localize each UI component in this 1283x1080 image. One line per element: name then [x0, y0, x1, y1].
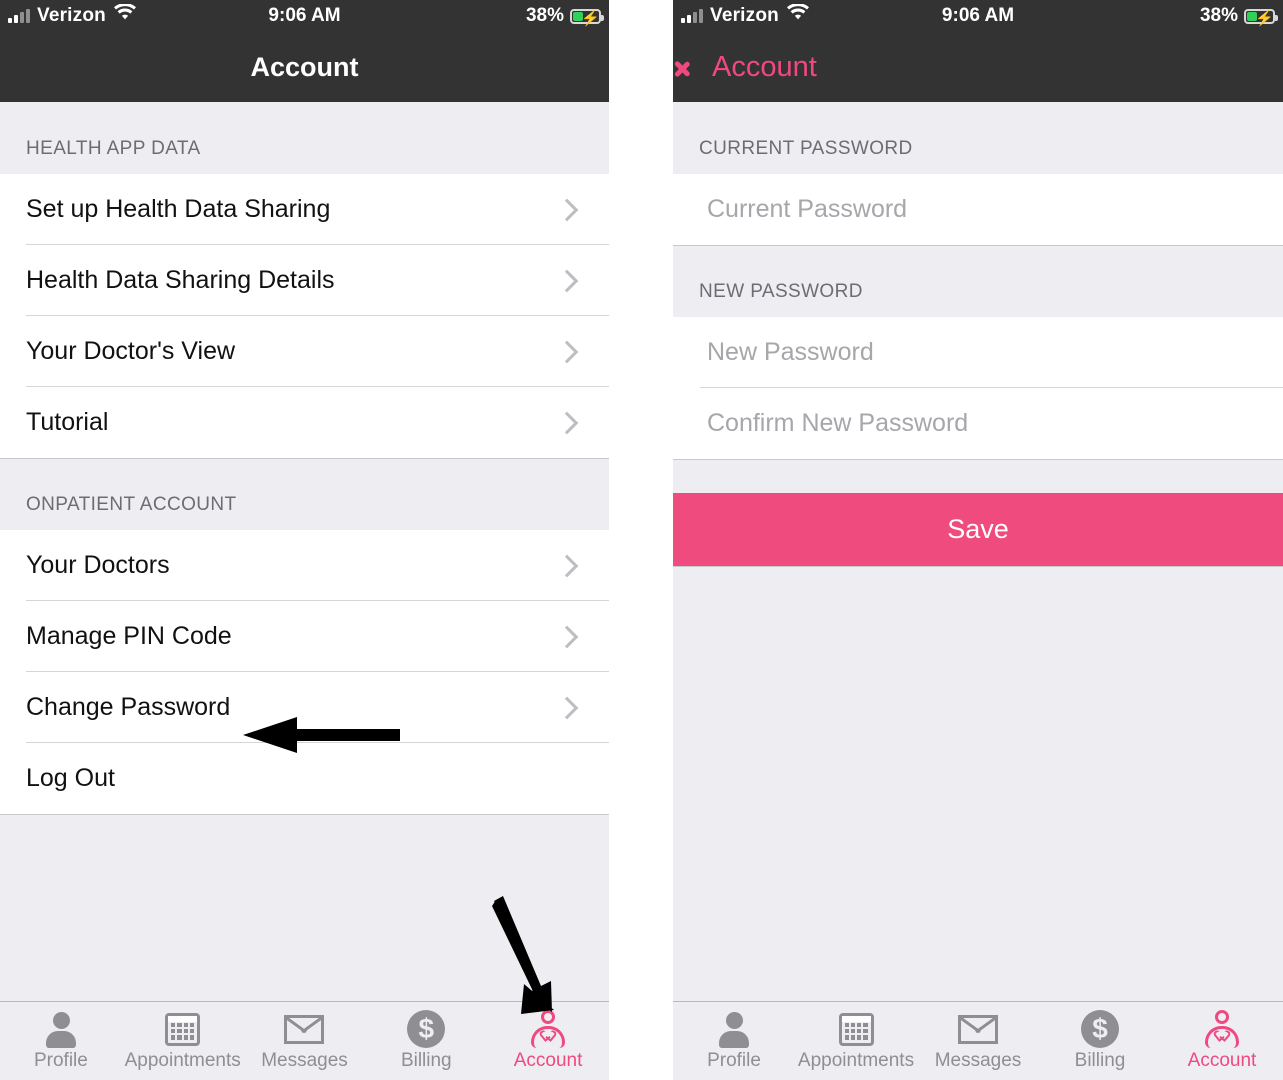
bottom-filler — [673, 567, 1283, 1015]
chevron-right-icon — [555, 625, 579, 648]
dollar-circle-icon: $ — [407, 1009, 446, 1049]
section-header-health-app-data: HEALTH APP DATA — [0, 102, 609, 174]
row-your-doctors[interactable]: Your Doctors — [0, 530, 609, 601]
tab-bar-right: Profile Appointments Messages $ Billing … — [673, 1001, 1283, 1080]
row-label: Manage PIN Code — [26, 622, 232, 650]
new-password-field[interactable]: New Password — [673, 317, 1283, 388]
tab-label: Messages — [261, 1050, 348, 1071]
tab-messages[interactable]: Messages — [917, 1002, 1039, 1072]
section-header-onpatient-account: ONPATIENT ACCOUNT — [0, 459, 609, 530]
chevron-right-icon — [555, 411, 579, 434]
tab-messages[interactable]: Messages — [244, 1002, 366, 1072]
row-label: Tutorial — [26, 408, 109, 436]
status-bar-right-group: 38% ⚡ — [525, 5, 604, 27]
clock-label: 9:06 AM — [268, 5, 341, 26]
row-set-up-health-data-sharing[interactable]: Set up Health Data Sharing — [0, 174, 609, 245]
chevron-right-icon — [555, 696, 579, 719]
left-screen-content: HEALTH APP DATA Set up Health Data Shari… — [0, 102, 609, 1011]
calendar-icon — [165, 1009, 201, 1049]
tab-bar-left: Profile Appointments Messages $ Billing … — [0, 1001, 609, 1080]
page-title: Account — [250, 51, 359, 82]
row-label: Log Out — [26, 764, 115, 792]
calendar-icon — [838, 1009, 874, 1049]
status-bar-left: Verizon 9:06 AM 38% ⚡ — [0, 0, 609, 32]
chevron-right-icon — [555, 269, 579, 292]
tab-profile[interactable]: Profile — [673, 1002, 795, 1072]
tab-profile[interactable]: Profile — [0, 1002, 122, 1072]
right-phone-screen: Verizon 9:06 AM 38% ⚡ Account CURRENT PA… — [673, 0, 1283, 1080]
battery-percent-label: 38% — [1199, 5, 1238, 26]
dollar-circle-icon: $ — [1081, 1009, 1119, 1049]
left-phone-screen: Verizon 9:06 AM 38% ⚡ Account HEALTH APP… — [0, 0, 609, 1080]
nav-bar-right: Account — [673, 32, 1283, 102]
envelope-icon — [284, 1009, 325, 1049]
row-log-out[interactable]: Log Out — [0, 743, 609, 814]
new-password-placeholder: New Password — [707, 338, 874, 366]
tab-label: Profile — [707, 1050, 761, 1071]
chevron-left-icon — [685, 52, 702, 82]
row-label: Your Doctors — [26, 551, 170, 579]
tab-label: Appointments — [797, 1050, 915, 1071]
person-icon — [44, 1009, 78, 1049]
tab-appointments[interactable]: Appointments — [795, 1002, 917, 1072]
tab-label: Account — [1187, 1050, 1257, 1071]
nav-bar-left: Account — [0, 32, 609, 102]
tab-label: Account — [513, 1050, 583, 1071]
tab-billing[interactable]: $ Billing — [365, 1002, 487, 1072]
row-label: Health Data Sharing Details — [26, 266, 335, 294]
chevron-right-icon — [555, 198, 579, 221]
person-heart-icon — [530, 1009, 566, 1049]
right-screen-content: CURRENT PASSWORD Current Password NEW PA… — [673, 102, 1283, 1015]
chevron-right-icon — [555, 554, 579, 577]
tab-account[interactable]: Account — [487, 1002, 609, 1072]
battery-charging-icon: ⚡ — [1244, 8, 1278, 27]
row-manage-pin-code[interactable]: Manage PIN Code — [0, 601, 609, 672]
person-icon — [717, 1009, 751, 1049]
confirm-new-password-placeholder: Confirm New Password — [707, 409, 969, 437]
section-header-new-password: NEW PASSWORD — [673, 246, 1283, 317]
status-bar-right-group: 38% ⚡ — [1199, 5, 1278, 27]
tab-account[interactable]: Account — [1161, 1002, 1283, 1072]
tab-label: Billing — [1074, 1050, 1126, 1071]
tab-label: Messages — [934, 1050, 1022, 1071]
tab-label: Appointments — [124, 1050, 241, 1071]
chevron-right-icon — [555, 340, 579, 363]
row-health-data-sharing-details[interactable]: Health Data Sharing Details — [0, 245, 609, 316]
status-bar-right: Verizon 9:06 AM 38% ⚡ — [673, 0, 1283, 32]
section-header-current-password: CURRENT PASSWORD — [673, 102, 1283, 174]
tab-label: Billing — [400, 1050, 452, 1071]
row-your-doctors-view[interactable]: Your Doctor's View — [0, 316, 609, 387]
envelope-icon — [958, 1009, 998, 1049]
bottom-filler — [0, 815, 609, 974]
tab-label: Profile — [33, 1050, 88, 1071]
row-label: Your Doctor's View — [26, 337, 236, 365]
save-button[interactable]: Save — [673, 493, 1283, 566]
back-button[interactable]: Account — [673, 51, 817, 84]
person-heart-icon — [1204, 1009, 1240, 1049]
current-password-field[interactable]: Current Password — [673, 174, 1283, 245]
current-password-placeholder: Current Password — [707, 195, 908, 223]
tab-appointments[interactable]: Appointments — [122, 1002, 244, 1072]
back-button-label: Account — [712, 50, 817, 83]
row-label: Change Password — [26, 693, 231, 721]
billing-dollar-symbol: $ — [1081, 1010, 1119, 1048]
clock-label: 9:06 AM — [941, 5, 1015, 26]
screenshot-stage: Verizon 9:06 AM 38% ⚡ Account HEALTH APP… — [0, 0, 1283, 1080]
row-tutorial[interactable]: Tutorial — [0, 387, 609, 458]
row-label: Set up Health Data Sharing — [26, 195, 331, 223]
battery-percent-label: 38% — [525, 5, 564, 26]
spacer-above-save — [673, 460, 1283, 493]
billing-dollar-symbol: $ — [407, 1010, 446, 1048]
battery-charging-icon: ⚡ — [570, 8, 604, 27]
row-change-password[interactable]: Change Password — [0, 672, 609, 743]
tab-billing[interactable]: $ Billing — [1039, 1002, 1161, 1072]
confirm-new-password-field[interactable]: Confirm New Password — [673, 388, 1283, 459]
